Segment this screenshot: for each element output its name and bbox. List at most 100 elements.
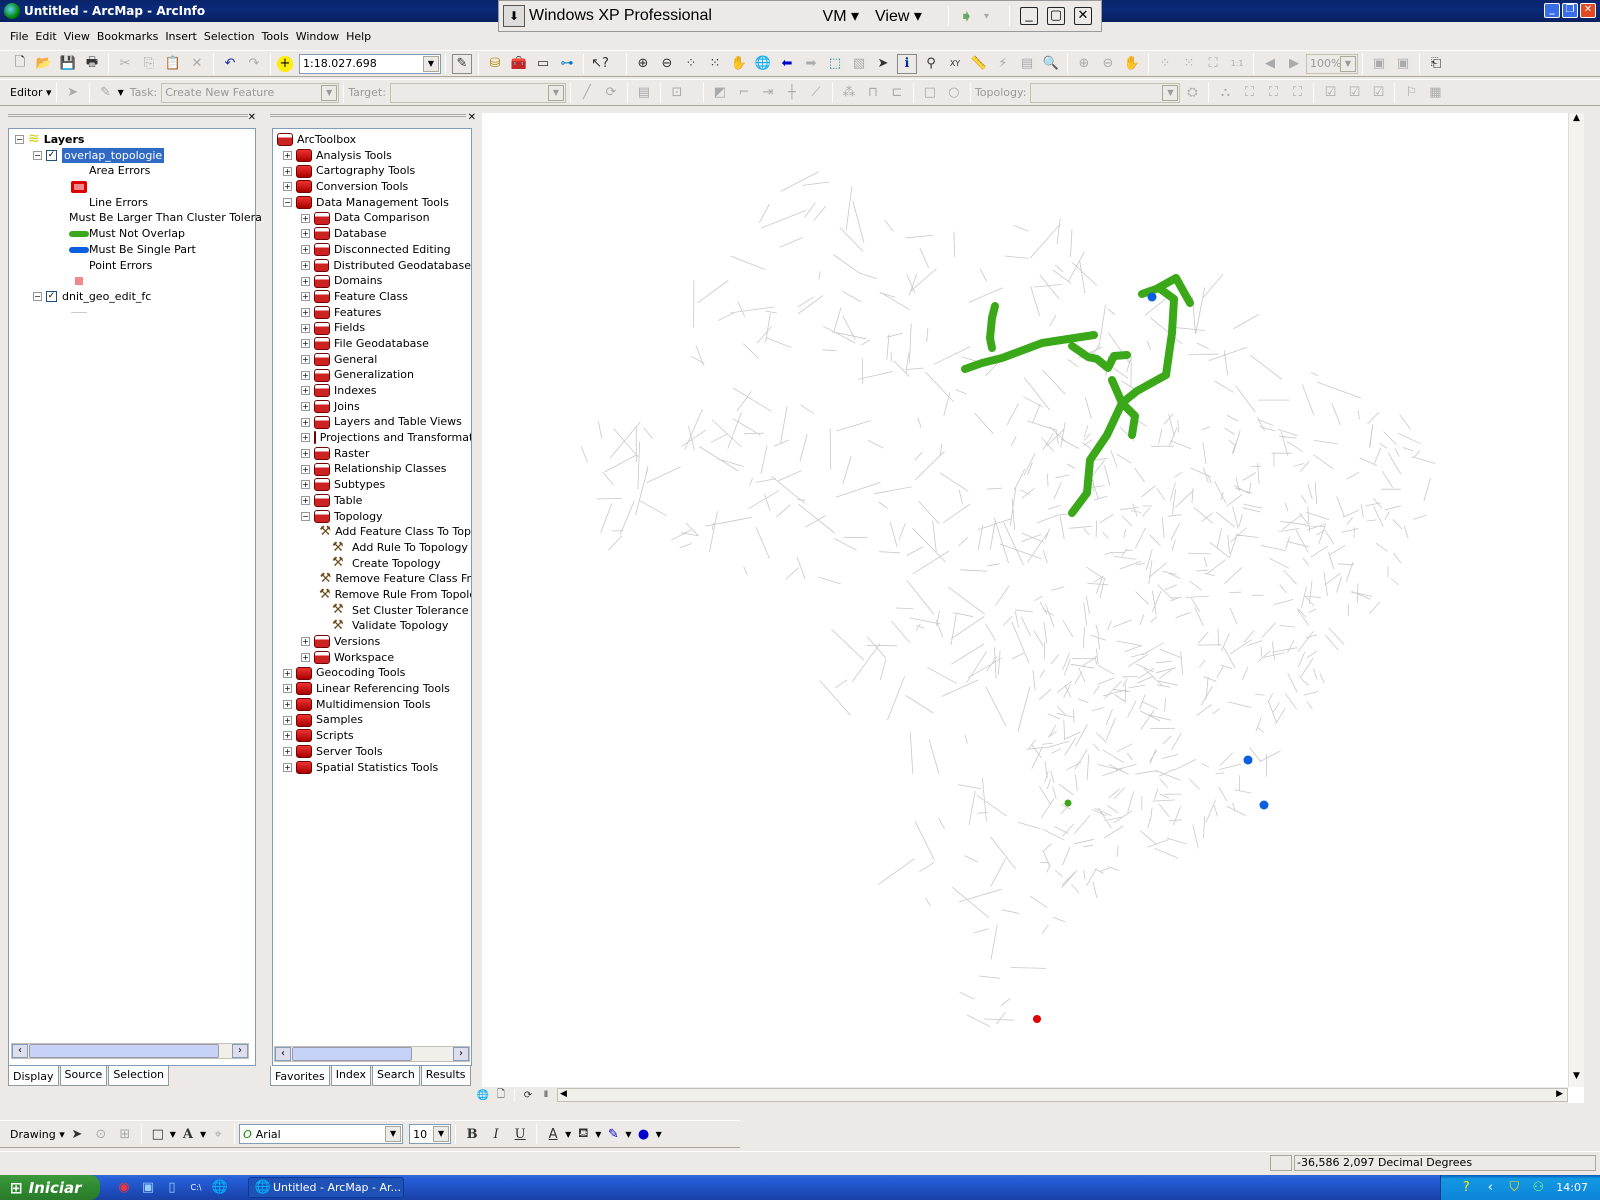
pan-hand-icon[interactable]: ✋ bbox=[729, 54, 749, 74]
expand-icon[interactable]: + bbox=[301, 386, 310, 396]
expand-icon[interactable]: + bbox=[301, 653, 310, 663]
layout-zoom-combo[interactable]: 100% ▼ bbox=[1306, 53, 1358, 74]
construct-polygons-icon[interactable]: ⊏ bbox=[887, 83, 907, 103]
toc-layer-dnit-geo-edit-fc[interactable]: − ✓ dnit_geo_edit_fc bbox=[15, 289, 255, 305]
sketch-properties-icon[interactable]: ⊡ bbox=[667, 83, 687, 103]
collapse-icon[interactable]: − bbox=[15, 135, 24, 145]
toolbox-item[interactable]: + Conversion Tools bbox=[277, 179, 471, 195]
toolbox-item[interactable]: + Spatial Statistics Tools bbox=[277, 760, 471, 776]
expand-icon[interactable]: + bbox=[283, 166, 292, 176]
menu-view[interactable]: View bbox=[64, 30, 90, 43]
collapse-icon[interactable]: − bbox=[301, 511, 310, 521]
toolbox-item[interactable]: + Table bbox=[277, 493, 471, 509]
toolbox-item[interactable]: + Scripts bbox=[277, 728, 471, 744]
toolbox-item[interactable]: + Workspace bbox=[277, 650, 471, 666]
validate-selection-icon[interactable]: ⛶ bbox=[1263, 83, 1283, 103]
expand-icon[interactable]: + bbox=[301, 464, 310, 474]
expand-icon[interactable]: + bbox=[301, 323, 310, 333]
layer-visibility-checkbox[interactable]: ✓ bbox=[46, 150, 57, 162]
toolbox-item[interactable]: ⚒ Set Cluster Tolerance bbox=[277, 603, 471, 619]
rectangle-icon[interactable]: □ bbox=[920, 83, 940, 103]
expand-icon[interactable]: + bbox=[301, 637, 310, 647]
bold-button[interactable]: B bbox=[462, 1124, 482, 1144]
validate-extent-icon[interactable]: ⛶ bbox=[1239, 83, 1259, 103]
expand-icon[interactable]: + bbox=[301, 229, 310, 239]
must-not-overlap-error[interactable] bbox=[986, 302, 999, 352]
expand-icon[interactable]: + bbox=[301, 307, 310, 317]
map-canvas[interactable] bbox=[482, 113, 1568, 1103]
expand-icon[interactable]: + bbox=[283, 668, 292, 678]
toolbox-grip[interactable] bbox=[270, 114, 466, 124]
toc-layer-overlap-topologie[interactable]: − ✓ overlap_topologie bbox=[15, 147, 255, 164]
save-icon[interactable]: 💾 bbox=[58, 54, 78, 74]
toolbox-item[interactable]: − Topology bbox=[277, 509, 471, 525]
expand-icon[interactable]: + bbox=[283, 762, 292, 772]
expand-icon[interactable]: + bbox=[301, 449, 310, 459]
map-view[interactable]: ▲ ▼ 🌐 🗋 ⟳ Ⅱ ◀ ▶ bbox=[474, 113, 1584, 1103]
expand-icon[interactable]: + bbox=[301, 496, 310, 506]
circle-icon[interactable]: ○ bbox=[944, 83, 964, 103]
tab-display[interactable]: Display bbox=[8, 1066, 59, 1086]
data-view-icon[interactable]: 🌐 bbox=[476, 1088, 490, 1102]
expand-icon[interactable]: + bbox=[283, 700, 292, 710]
editor-menu[interactable]: Editor ▾ bbox=[10, 86, 52, 99]
focus-data-frame-icon[interactable]: ▣ bbox=[1393, 54, 1413, 74]
paste-icon[interactable]: 📋 bbox=[163, 54, 183, 74]
expand-icon[interactable]: + bbox=[301, 260, 310, 270]
line-color-icon[interactable]: ✎ bbox=[603, 1124, 623, 1144]
toolbox-item[interactable]: − Data Management Tools bbox=[277, 195, 471, 211]
marker-color-icon[interactable]: ● bbox=[634, 1124, 654, 1144]
show-hidden-icons-icon[interactable]: ‹ bbox=[1480, 1178, 1500, 1198]
toolbox-item[interactable]: ⚒ Create Topology bbox=[277, 556, 471, 572]
menu-tools[interactable]: Tools bbox=[262, 30, 289, 43]
layout-forward-icon[interactable]: ▶ bbox=[1284, 54, 1304, 74]
sketch-dropdown-icon[interactable]: ▼ bbox=[118, 88, 124, 97]
zoom-whole-page-icon[interactable]: ⛶ bbox=[1203, 54, 1223, 74]
layout-fixed-zoom-out-icon[interactable]: ⁙ bbox=[1179, 54, 1199, 74]
vm-view-menu[interactable]: View ▾ bbox=[875, 6, 922, 26]
fill-color-icon[interactable]: ⛾ bbox=[573, 1124, 593, 1144]
validate-topology-check-icon[interactable]: ☑ bbox=[1320, 83, 1340, 103]
toolbox-item[interactable]: + Indexes bbox=[277, 383, 471, 399]
new-text-icon[interactable]: A bbox=[178, 1124, 198, 1144]
toolbox-item[interactable]: + Multidimension Tools bbox=[277, 697, 471, 713]
layer-name[interactable]: dnit_geo_edit_fc bbox=[62, 289, 151, 305]
expand-icon[interactable]: + bbox=[301, 276, 310, 286]
map-horizontal-scrollbar[interactable]: ◀ ▶ bbox=[557, 1088, 1568, 1102]
toc-root[interactable]: − ≋ Layers bbox=[15, 131, 255, 148]
scroll-up-icon[interactable]: ▲ bbox=[1569, 113, 1584, 129]
edit-vertices-icon[interactable]: ⌖ bbox=[208, 1124, 228, 1144]
scroll-thumb[interactable] bbox=[292, 1047, 412, 1061]
expand-icon[interactable]: + bbox=[301, 292, 310, 302]
tab-results[interactable]: Results bbox=[420, 1066, 471, 1086]
toolbox-item[interactable]: + Generalization bbox=[277, 367, 471, 383]
split-tool-icon[interactable]: ╱ bbox=[577, 83, 597, 103]
send-arrow-icon[interactable]: ➧ bbox=[959, 6, 974, 27]
tab-index[interactable]: Index bbox=[330, 1066, 371, 1086]
dropdown-icon[interactable]: ▼ bbox=[565, 1130, 571, 1139]
arccatalog-icon[interactable]: ⛁ bbox=[485, 54, 505, 74]
scroll-right-icon[interactable]: ▶ bbox=[1556, 1089, 1563, 1099]
collapse-icon[interactable]: − bbox=[283, 198, 292, 208]
must-be-single-part-error[interactable] bbox=[1147, 292, 1157, 302]
new-document-icon[interactable]: 🗋 bbox=[10, 54, 30, 74]
find-binoculars-icon[interactable]: ⚲ bbox=[921, 54, 941, 74]
toolbox-item[interactable]: + Geocoding Tools bbox=[277, 665, 471, 681]
toolbox-item[interactable]: + General bbox=[277, 352, 471, 368]
refresh-icon[interactable]: ⟳ bbox=[521, 1088, 535, 1102]
arcmap-quicklaunch-icon[interactable]: 🌐 bbox=[210, 1178, 230, 1198]
command-line-icon[interactable]: ▭ bbox=[533, 54, 553, 74]
select-elements-icon[interactable]: ➤ bbox=[67, 1124, 87, 1144]
chrome-icon[interactable]: ◉ bbox=[114, 1178, 134, 1198]
attributes-icon[interactable]: ▤ bbox=[634, 83, 654, 103]
dropdown-icon[interactable]: ▼ bbox=[656, 1130, 662, 1139]
expand-icon[interactable]: + bbox=[301, 402, 310, 412]
vm-close-button[interactable]: ✕ bbox=[1074, 7, 1092, 25]
topology-combo[interactable]: ▼ bbox=[1030, 82, 1181, 103]
menu-help[interactable]: Help bbox=[346, 30, 371, 43]
scroll-thumb[interactable] bbox=[29, 1044, 219, 1058]
arctoolbox-icon[interactable]: 🧰 bbox=[509, 54, 529, 74]
toolbox-item[interactable]: + Features bbox=[277, 305, 471, 321]
send-dropdown-icon[interactable]: ▾ bbox=[984, 11, 989, 22]
must-not-overlap-error[interactable] bbox=[1118, 399, 1139, 439]
